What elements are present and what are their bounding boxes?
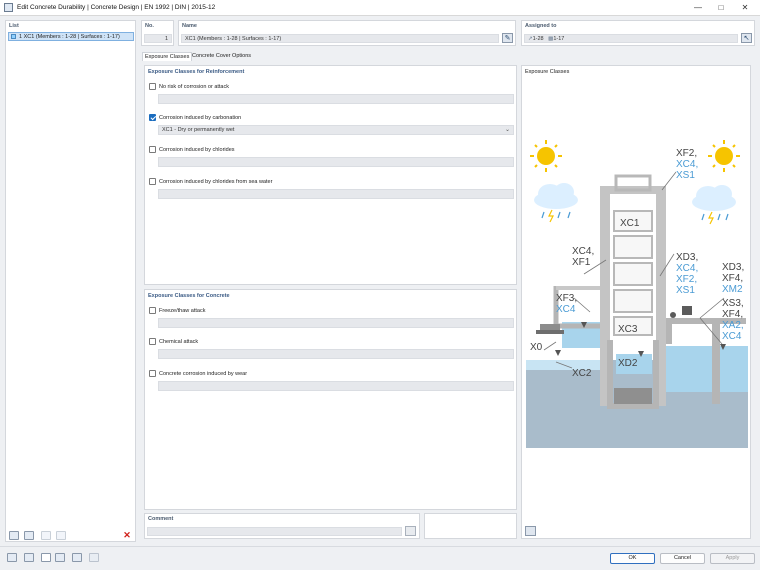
tab-exposure-classes[interactable]: Exposure Classes <box>142 52 193 61</box>
check-item-icon[interactable] <box>41 531 51 540</box>
tab-concrete-cover-options[interactable]: Concrete Cover Options <box>190 52 253 61</box>
view-icon[interactable] <box>41 553 51 562</box>
label-xd3-b: XD3, <box>722 262 744 273</box>
chemical-attack-field <box>158 349 514 359</box>
rain-cloud-icon-left <box>534 183 578 223</box>
title-bar: Edit Concrete Durability | Concrete Desi… <box>0 0 760 16</box>
label-xf3: XF3, <box>556 293 577 304</box>
assigned-field[interactable]: ↗1-28 ▩1-17 <box>524 34 738 43</box>
sea-water-field <box>158 189 514 199</box>
help-icon[interactable] <box>72 553 82 562</box>
figure-title: Exposure Classes <box>525 69 570 75</box>
label-xc1: XC1 <box>620 218 640 229</box>
car-icon <box>670 312 676 318</box>
sea-pier <box>712 324 720 404</box>
label-xc4-a: XC4, <box>676 159 698 170</box>
bottom-bar: OK Cancel Apply <box>0 546 760 570</box>
truck-icon <box>682 306 692 315</box>
minimize-button[interactable]: — <box>688 2 708 14</box>
sun-icon-right <box>708 140 740 172</box>
new-item-icon[interactable] <box>9 531 19 540</box>
table-icon[interactable] <box>55 553 65 562</box>
chevron-down-icon: ⌄ <box>504 127 510 133</box>
freeze-thaw-field <box>158 318 514 328</box>
edit-name-icon[interactable]: ✎ <box>502 33 513 43</box>
sea-water <box>664 346 748 392</box>
name-field[interactable]: XC1 (Members : 1-28 | Surfaces : 1-17) <box>181 34 499 43</box>
ok-button[interactable]: OK <box>610 553 655 564</box>
concrete-title: Exposure Classes for Concrete <box>148 293 230 299</box>
select-objects-icon[interactable]: ↖ <box>741 33 752 43</box>
name-panel: Name XC1 (Members : 1-28 | Surfaces : 1-… <box>178 20 516 46</box>
rain-cloud-icon-right <box>692 185 736 225</box>
label-xs1-a: XS1 <box>676 170 695 181</box>
copy-item-icon[interactable] <box>24 531 34 540</box>
sea-water-checkbox[interactable] <box>149 178 156 185</box>
label-xf4-b: XF4, <box>722 309 743 320</box>
uncheck-item-icon[interactable] <box>56 531 66 540</box>
chlorides-checkbox[interactable] <box>149 146 156 153</box>
water-surface <box>526 360 606 370</box>
label-xs1-b: XS1 <box>676 285 695 296</box>
apply-button[interactable]: Apply <box>710 553 755 564</box>
concrete-durability-icon <box>11 34 16 39</box>
label-x0: X0 <box>530 342 543 353</box>
label-xc3: XC3 <box>618 324 638 335</box>
units-icon[interactable] <box>24 553 34 562</box>
reinforcement-section: Exposure Classes for Reinforcement No ri… <box>144 65 517 285</box>
settings-icon[interactable] <box>89 553 99 562</box>
close-window-button[interactable]: ✕ <box>735 2 755 14</box>
no-risk-checkbox[interactable] <box>149 83 156 90</box>
chlorides-field <box>158 157 514 167</box>
search-icon[interactable] <box>7 553 17 562</box>
assigned-panel: Assigned to ↗1-28 ▩1-17 ↖ <box>521 20 755 46</box>
chemical-attack-checkbox[interactable] <box>149 338 156 345</box>
label-xf2: XF2, <box>676 148 697 159</box>
wear-checkbox[interactable] <box>149 370 156 377</box>
comment-input[interactable] <box>147 527 402 536</box>
label-xc4-e: XC4 <box>722 331 742 342</box>
label-xc4-d: XC4 <box>556 304 576 315</box>
foundation-rubble <box>614 388 652 404</box>
carbonation-select[interactable]: XC1 - Dry or permanently wet ⌄ <box>158 125 514 135</box>
number-field[interactable]: 1 <box>144 34 172 43</box>
label-xs3: XS3, <box>722 298 744 309</box>
label-xf2-b: XF2, <box>676 274 697 285</box>
label-xf4-a: XF4, <box>722 273 743 284</box>
list-panel: List 1 XC1 (Members : 1-28 | Surfaces : … <box>5 20 136 542</box>
label-xf1: XF1 <box>572 257 591 268</box>
label-xc2: XC2 <box>572 368 592 379</box>
cancel-button[interactable]: Cancel <box>660 553 705 564</box>
comment-extra-panel <box>424 513 517 539</box>
list-header: List <box>9 23 19 29</box>
label-xd3-a: XD3, <box>676 252 698 263</box>
delete-icon[interactable]: ✕ <box>122 531 132 540</box>
comment-library-icon[interactable] <box>405 526 416 536</box>
maximize-button[interactable]: □ <box>711 2 731 14</box>
concrete-section: Exposure Classes for Concrete Freeze/tha… <box>144 289 517 510</box>
list-item[interactable]: 1 XC1 (Members : 1-28 | Surfaces : 1-17) <box>8 32 134 41</box>
comment-panel: Comment <box>144 513 420 539</box>
label-xc4-b: XC4, <box>572 246 594 257</box>
label-xa2: XA2, <box>722 320 744 331</box>
pipe <box>540 324 560 330</box>
exposure-classes-illustration: XF2, XC4, XS1 XC1 XC4, XF1 XD3, XC4, XF2… <box>526 140 748 448</box>
wear-field <box>158 381 514 391</box>
freeze-thaw-checkbox[interactable] <box>149 307 156 314</box>
number-panel: No. 1 <box>141 20 174 46</box>
figure-panel: Exposure Classes XF2, XC4, XS1 XC1 XC4, … <box>521 65 751 539</box>
label-xm2: XM2 <box>722 284 743 295</box>
window-title: Edit Concrete Durability | Concrete Desi… <box>17 4 216 11</box>
carbonation-checkbox[interactable] <box>149 114 156 121</box>
label-xd2: XD2 <box>618 358 638 369</box>
label-xc4-c: XC4, <box>676 263 698 274</box>
figure-view-icon[interactable] <box>525 526 536 536</box>
reinforcement-title: Exposure Classes for Reinforcement <box>148 69 245 75</box>
sun-icon-left <box>530 140 562 172</box>
app-icon <box>4 3 13 12</box>
no-risk-field <box>158 94 514 104</box>
